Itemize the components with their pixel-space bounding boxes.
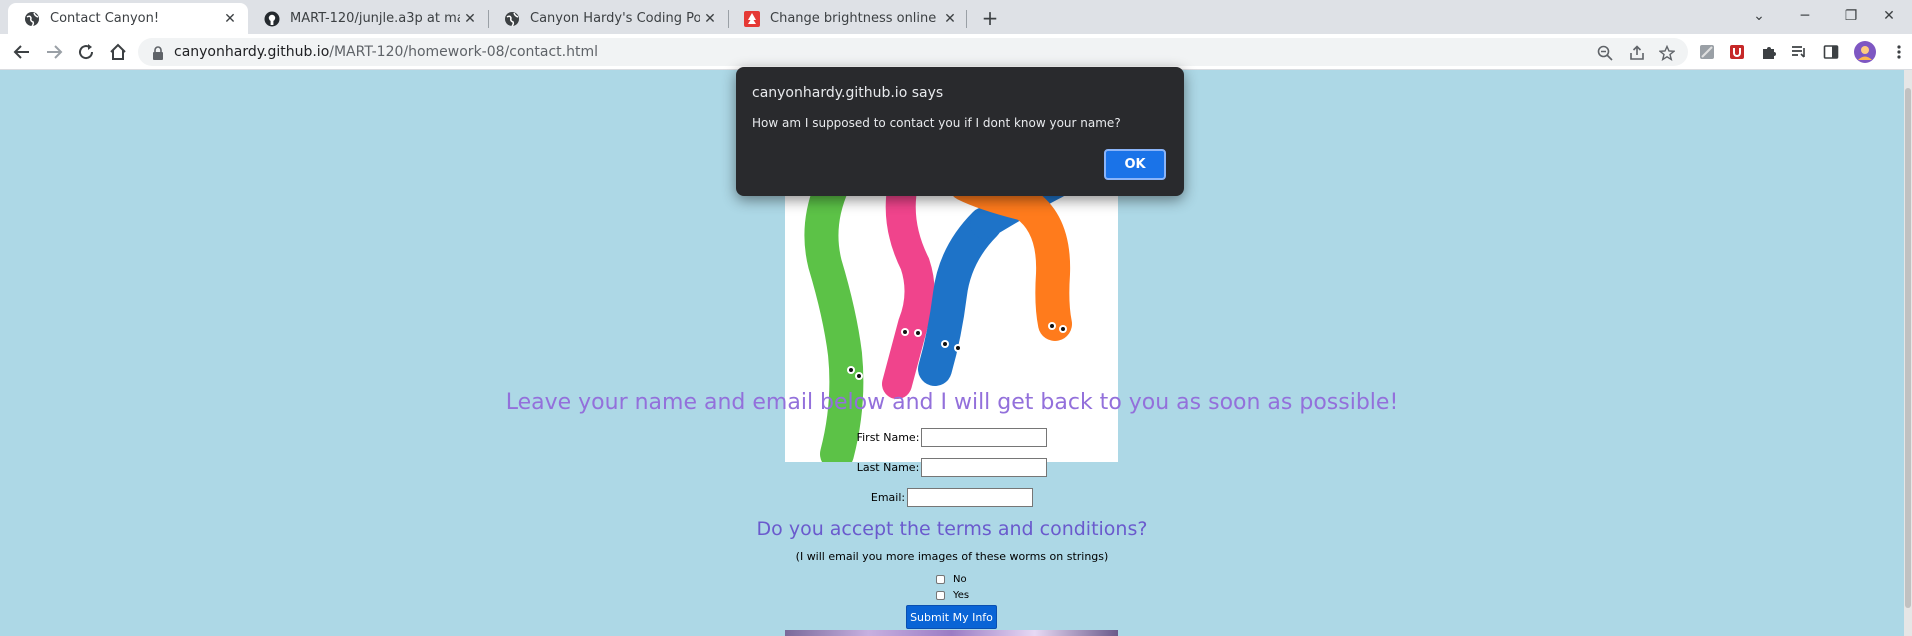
scrollbar[interactable] (1904, 70, 1912, 636)
tab-title: Change brightness online (770, 11, 937, 26)
github-icon (264, 11, 280, 27)
tab-github[interactable]: MART-120/junjle.a3p at main · Ca ✕ (248, 3, 488, 34)
tab-divider (966, 10, 967, 28)
tab-title: Contact Canyon! (50, 11, 160, 26)
extensions-puzzle-icon[interactable] (1760, 43, 1778, 61)
close-tab-icon[interactable]: ✕ (220, 11, 240, 27)
worms-image (785, 184, 1118, 462)
close-window-button[interactable]: ✕ (1866, 2, 1912, 32)
more-menu-icon[interactable] (1890, 43, 1908, 61)
side-panel-icon[interactable] (1822, 43, 1840, 61)
first-name-row: First Name: (0, 428, 1904, 448)
tab-contact-canyon[interactable]: Contact Canyon! ✕ (8, 3, 248, 34)
yes-label: Yes (953, 589, 970, 601)
tab-search-chevron-icon[interactable]: ⌄ (1736, 2, 1782, 32)
avatar[interactable] (1854, 41, 1876, 63)
tab-brightness[interactable]: Change brightness online ✕ (728, 3, 968, 34)
last-name-field[interactable] (921, 458, 1048, 477)
minimize-button[interactable]: ─ (1782, 2, 1828, 32)
extension-icon[interactable] (1698, 43, 1716, 61)
globe-icon (24, 11, 40, 27)
reading-list-icon[interactable] (1790, 43, 1808, 61)
yes-checkbox[interactable] (936, 590, 945, 600)
lock-icon[interactable] (152, 45, 164, 64)
zoom-icon[interactable] (1596, 44, 1614, 62)
terms-heading: Do you accept the terms and conditions? (756, 518, 1148, 540)
reload-icon[interactable] (72, 38, 100, 66)
new-tab-button[interactable]: + (976, 5, 1004, 33)
url-host: canyonhardy.github.io (174, 44, 330, 60)
home-icon[interactable] (104, 38, 132, 66)
no-checkbox[interactable] (936, 574, 945, 584)
forward-arrow-icon[interactable] (40, 38, 68, 66)
email-label: Email: (870, 491, 906, 504)
dialog-title: canyonhardy.github.io says (752, 85, 944, 101)
tab-title: Canyon Hardy's Coding Portfolio (530, 11, 700, 26)
browser-toolbar: canyonhardy.github.io/MART-120/homework-… (0, 34, 1912, 70)
last-name-row: Last Name: (0, 458, 1904, 478)
tab-title: MART-120/junjle.a3p at main · Ca (290, 11, 460, 26)
tab-portfolio[interactable]: Canyon Hardy's Coding Portfolio ✕ (488, 3, 728, 34)
alert-dialog: canyonhardy.github.io says How am I supp… (736, 67, 1184, 196)
no-label: No (953, 573, 967, 585)
scrollbar-thumb[interactable] (1905, 88, 1911, 608)
first-name-label: First Name: (856, 431, 920, 444)
share-icon[interactable] (1628, 44, 1646, 62)
ublock-icon[interactable] (1728, 43, 1746, 61)
address-bar[interactable]: canyonhardy.github.io/MART-120/homework-… (138, 38, 1688, 66)
bottom-image (785, 630, 1118, 636)
globe-icon (504, 11, 520, 27)
url-text[interactable]: canyonhardy.github.io/MART-120/homework-… (174, 44, 598, 60)
bookmark-star-icon[interactable] (1658, 44, 1676, 62)
close-tab-icon[interactable]: ✕ (700, 11, 720, 27)
close-tab-icon[interactable]: ✕ (940, 11, 960, 27)
tree-icon (744, 10, 760, 27)
submit-button[interactable]: Submit My Info (906, 605, 997, 629)
contact-heading: Leave your name and email below and I wi… (505, 390, 1399, 415)
option-yes-row: Yes (936, 588, 969, 602)
back-arrow-icon[interactable] (8, 38, 36, 66)
ok-button[interactable]: OK (1104, 149, 1166, 180)
first-name-field[interactable] (921, 428, 1048, 447)
url-path: /MART-120/homework-08/contact.html (329, 44, 598, 60)
dialog-message: How am I supposed to contact you if I do… (752, 116, 1121, 130)
email-row: Email: (0, 488, 1904, 508)
option-no-row: No (936, 572, 967, 586)
tab-strip: Contact Canyon! ✕ MART-120/junjle.a3p at… (0, 0, 1912, 34)
email-field[interactable] (907, 488, 1034, 507)
last-name-label: Last Name: (856, 461, 920, 474)
terms-note: (I will email you more images of these w… (795, 550, 1109, 563)
close-tab-icon[interactable]: ✕ (460, 11, 480, 27)
